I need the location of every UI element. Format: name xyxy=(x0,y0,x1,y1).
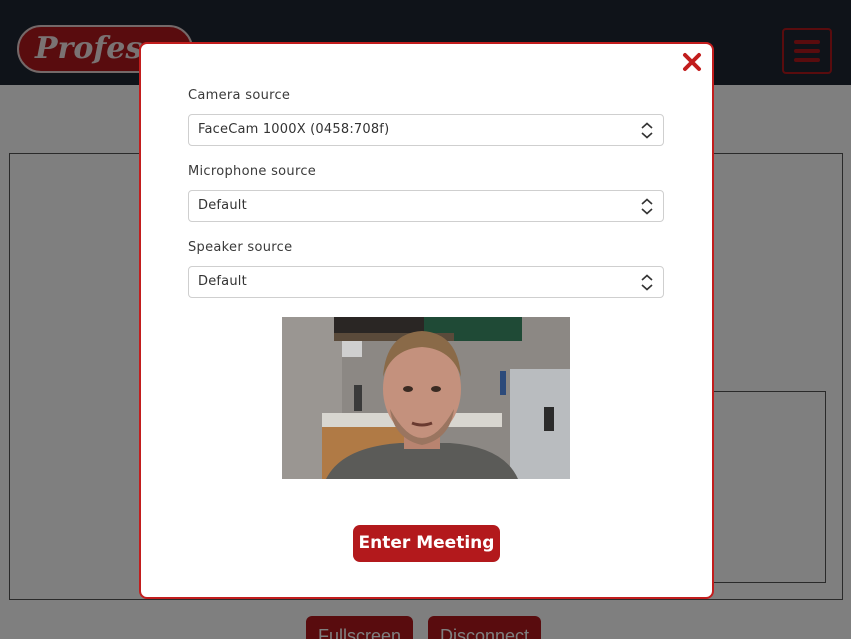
camera-source-value: FaceCam 1000X (0458:708f) xyxy=(198,122,390,137)
microphone-source-select[interactable]: Default xyxy=(188,190,664,222)
microphone-source-value: Default xyxy=(198,198,247,213)
enter-meeting-button[interactable]: Enter Meeting xyxy=(353,525,500,562)
speaker-source-select[interactable]: Default xyxy=(188,266,664,298)
close-icon xyxy=(683,53,701,71)
chevron-up-down-icon xyxy=(641,274,653,291)
device-setup-modal: Camera source FaceCam 1000X (0458:708f) … xyxy=(139,42,714,599)
camera-preview xyxy=(282,317,570,479)
camera-preview-image xyxy=(282,317,570,479)
camera-source-label: Camera source xyxy=(188,88,291,103)
chevron-up-down-icon xyxy=(641,198,653,215)
chevron-up-down-icon xyxy=(641,122,653,139)
close-modal-button[interactable] xyxy=(680,50,704,74)
speaker-source-value: Default xyxy=(198,274,247,289)
speaker-source-label: Speaker source xyxy=(188,240,293,255)
camera-source-select[interactable]: FaceCam 1000X (0458:708f) xyxy=(188,114,664,146)
microphone-source-label: Microphone source xyxy=(188,164,317,179)
